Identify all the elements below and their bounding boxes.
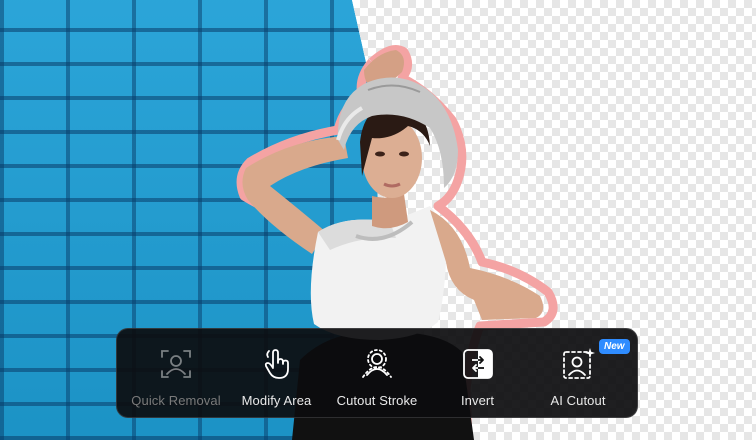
- tool-label: Modify Area: [241, 393, 312, 408]
- person-stroke-icon: [362, 349, 392, 378]
- cutout-toolbar: Quick Removal Modify Area Cutout Stroke …: [116, 328, 638, 418]
- tool-label: AI Cutout: [550, 393, 606, 408]
- tool-label: Invert: [460, 393, 495, 408]
- hand-pointer-icon: [264, 349, 289, 379]
- cutout-stroke-button[interactable]: Cutout Stroke: [328, 329, 426, 417]
- person-scan-icon: [161, 350, 191, 378]
- tool-label: Quick Removal: [131, 393, 221, 408]
- tool-label: Cutout Stroke: [336, 393, 418, 408]
- invert-button[interactable]: Invert: [429, 329, 527, 417]
- ai-cutout-button[interactable]: New AI Cutout: [529, 329, 630, 417]
- modify-area-button[interactable]: Modify Area: [228, 329, 326, 417]
- quick-removal-button[interactable]: Quick Removal: [127, 329, 225, 417]
- new-badge: New: [599, 339, 630, 354]
- invert-icon: [462, 349, 493, 379]
- editor-canvas[interactable]: Quick Removal Modify Area Cutout Stroke …: [0, 0, 756, 440]
- ai-person-icon: [563, 348, 595, 379]
